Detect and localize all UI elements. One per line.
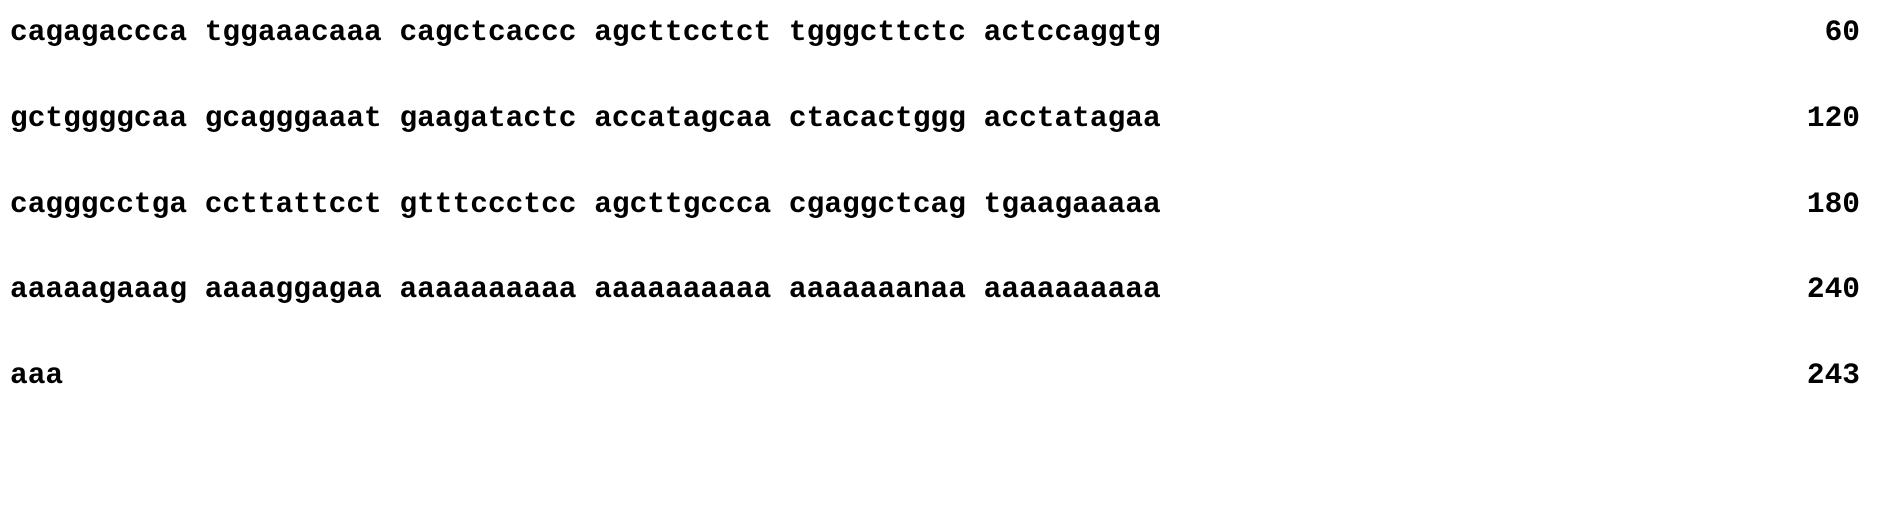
sequence-line: cagagaccca tggaaacaaa cagctcaccc agcttcc… [10,12,1860,52]
sequence-line: cagggcctga ccttattcct gtttccctcc agcttgc… [10,184,1860,224]
sequence-text: aaa [10,355,63,395]
sequence-position: 240 [1807,269,1860,309]
sequence-line: aaa 243 [10,355,1860,395]
sequence-position: 243 [1807,355,1860,395]
sequence-text: cagggcctga ccttattcct gtttccctcc agcttgc… [10,184,1161,224]
sequence-position: 180 [1807,184,1860,224]
sequence-position: 120 [1807,98,1860,138]
sequence-text: gctggggcaa gcagggaaat gaagatactc accatag… [10,98,1161,138]
sequence-position: 60 [1825,12,1860,52]
sequence-text: cagagaccca tggaaacaaa cagctcaccc agcttcc… [10,12,1161,52]
sequence-line: gctggggcaa gcagggaaat gaagatactc accatag… [10,98,1860,138]
sequence-line: aaaaagaaag aaaaggagaa aaaaaaaaaa aaaaaaa… [10,269,1860,309]
sequence-text: aaaaagaaag aaaaggagaa aaaaaaaaaa aaaaaaa… [10,269,1161,309]
sequence-listing: cagagaccca tggaaacaaa cagctcaccc agcttcc… [0,0,1878,413]
